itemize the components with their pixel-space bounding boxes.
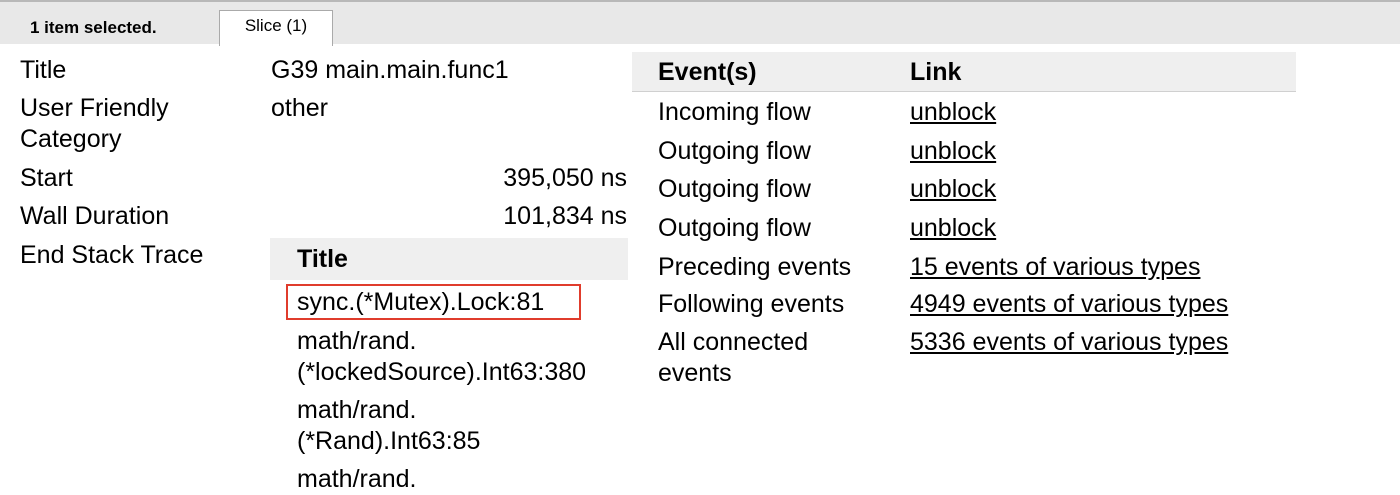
event-name: Following events xyxy=(658,290,845,318)
category-label-line2: Category xyxy=(20,125,122,153)
event-link[interactable]: unblock xyxy=(910,213,996,244)
start-value: 395,050 ns xyxy=(503,164,627,192)
event-name: All connected xyxy=(658,328,809,356)
event-name: Preceding events xyxy=(658,253,852,281)
event-link[interactable]: 4949 events of various types xyxy=(910,289,1228,320)
event-name: Outgoing flow xyxy=(658,214,811,242)
selection-tab-bar: 1 item selected. Slice (1) xyxy=(0,0,1400,46)
title-value: G39 main.main.func1 xyxy=(271,56,509,84)
stack-frame-cont: (*lockedSource).Int63:380 xyxy=(297,358,587,386)
event-link[interactable]: unblock xyxy=(910,97,996,128)
event-link[interactable]: unblock xyxy=(910,174,996,205)
stack-trace-label: End Stack Trace xyxy=(20,241,204,269)
events-header: Event(s) Link xyxy=(632,52,1296,92)
duration-label: Wall Duration xyxy=(20,202,170,230)
stack-frame: sync.(*Mutex).Lock:81 xyxy=(297,288,545,316)
event-name-cont: events xyxy=(658,359,732,387)
events-header-link: Link xyxy=(910,58,962,86)
stack-frame: math/rand. xyxy=(297,327,417,355)
selection-status: 1 item selected. xyxy=(30,18,157,37)
stack-trace-header-title: Title xyxy=(297,245,348,273)
start-label: Start xyxy=(20,164,73,192)
event-link[interactable]: 15 events of various types xyxy=(910,252,1200,283)
event-name: Incoming flow xyxy=(658,98,811,126)
event-link[interactable]: unblock xyxy=(910,136,996,167)
stack-frame: math/rand. xyxy=(297,465,417,493)
category-value: other xyxy=(271,94,328,122)
duration-value: 101,834 ns xyxy=(503,202,627,230)
stack-trace-header: Title xyxy=(270,238,628,280)
event-link[interactable]: 5336 events of various types xyxy=(910,327,1228,358)
tab-slice[interactable]: Slice (1) xyxy=(219,10,333,46)
title-label: Title xyxy=(20,56,67,84)
category-label-line1: User Friendly xyxy=(20,94,169,122)
stack-frame-cont: (*Rand).Int63:85 xyxy=(297,427,481,455)
events-header-event: Event(s) xyxy=(658,58,757,86)
event-name: Outgoing flow xyxy=(658,175,811,203)
stack-frame: math/rand. xyxy=(297,396,417,424)
event-name: Outgoing flow xyxy=(658,137,811,165)
